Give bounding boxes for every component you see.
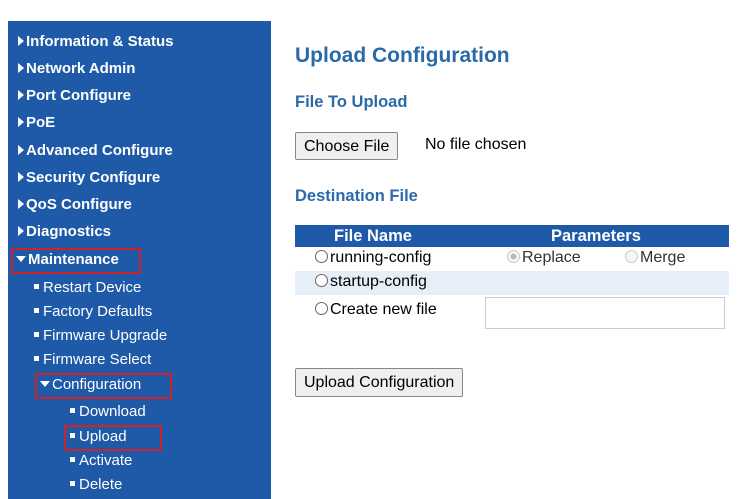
header-file-name: File Name <box>334 227 412 245</box>
destination-title: Destination File <box>295 187 418 205</box>
sidebar-item-qos-configure[interactable]: QoS Configure <box>18 196 132 214</box>
page-title: Upload Configuration <box>295 44 510 67</box>
table-row: running-config Replace Merge <box>295 247 729 271</box>
caret-down-icon <box>16 256 26 262</box>
radio-replace[interactable]: Replace <box>507 249 581 267</box>
table-header: File Name Parameters <box>295 225 729 247</box>
caret-right-icon <box>18 90 24 100</box>
bullet-icon <box>34 308 39 313</box>
radio-icon <box>625 250 638 263</box>
destination-table: File Name Parameters running-config Repl… <box>295 225 729 329</box>
header-parameters: Parameters <box>551 227 641 245</box>
sidebar-item-network-admin[interactable]: Network Admin <box>18 60 135 78</box>
sidebar-item-poe[interactable]: PoE <box>18 114 55 132</box>
bullet-icon <box>70 457 75 462</box>
sidebar-item-maintenance[interactable]: Maintenance <box>16 251 119 269</box>
caret-down-icon <box>40 381 50 387</box>
caret-right-icon <box>18 63 24 73</box>
upload-configuration-button[interactable]: Upload Configuration <box>295 368 464 397</box>
bullet-icon <box>70 433 75 438</box>
table-row: startup-config <box>295 271 729 295</box>
radio-running-config[interactable]: running-config <box>315 249 431 267</box>
sidebar-item-activate[interactable]: Activate <box>70 452 132 470</box>
sidebar: Information & Status Network Admin Port … <box>8 21 271 499</box>
bullet-icon <box>34 284 39 289</box>
table-row: Create new file <box>295 295 729 329</box>
caret-right-icon <box>18 36 24 46</box>
no-file-text: No file chosen <box>425 136 527 153</box>
caret-right-icon <box>18 145 24 155</box>
sidebar-item-firmware-select[interactable]: Firmware Select <box>34 351 151 369</box>
radio-startup-config[interactable]: startup-config <box>315 273 427 291</box>
sidebar-item-delete[interactable]: Delete <box>70 476 122 494</box>
sidebar-item-restart-device[interactable]: Restart Device <box>34 279 141 297</box>
bullet-icon <box>34 356 39 361</box>
caret-right-icon <box>18 172 24 182</box>
radio-icon <box>315 302 328 315</box>
bullet-icon <box>70 408 75 413</box>
sidebar-item-security-configure[interactable]: Security Configure <box>18 169 160 187</box>
caret-right-icon <box>18 226 24 236</box>
sidebar-item-firmware-upgrade[interactable]: Firmware Upgrade <box>34 327 167 345</box>
radio-create-new-file[interactable]: Create new file <box>315 301 437 319</box>
radio-icon <box>315 274 328 287</box>
bullet-icon <box>34 332 39 337</box>
main-content: Upload Configuration File To Upload Choo… <box>271 21 743 499</box>
sidebar-item-download[interactable]: Download <box>70 403 146 421</box>
sidebar-item-diagnostics[interactable]: Diagnostics <box>18 223 111 241</box>
sidebar-item-advanced-configure[interactable]: Advanced Configure <box>18 142 173 160</box>
choose-file-button[interactable]: Choose File <box>295 132 399 160</box>
caret-right-icon <box>18 199 24 209</box>
sidebar-item-port-configure[interactable]: Port Configure <box>18 87 131 105</box>
radio-merge[interactable]: Merge <box>625 249 685 267</box>
new-file-name-input[interactable] <box>485 297 725 329</box>
sidebar-item-information-status[interactable]: Information & Status <box>18 33 174 51</box>
sidebar-item-configuration[interactable]: Configuration <box>40 376 141 394</box>
sidebar-item-factory-defaults[interactable]: Factory Defaults <box>34 303 152 321</box>
bullet-icon <box>70 481 75 486</box>
top-bar <box>0 0 743 21</box>
radio-icon <box>507 250 520 263</box>
file-section-title: File To Upload <box>295 93 408 111</box>
radio-icon <box>315 250 328 263</box>
sidebar-item-upload[interactable]: Upload <box>70 428 127 446</box>
caret-right-icon <box>18 117 24 127</box>
